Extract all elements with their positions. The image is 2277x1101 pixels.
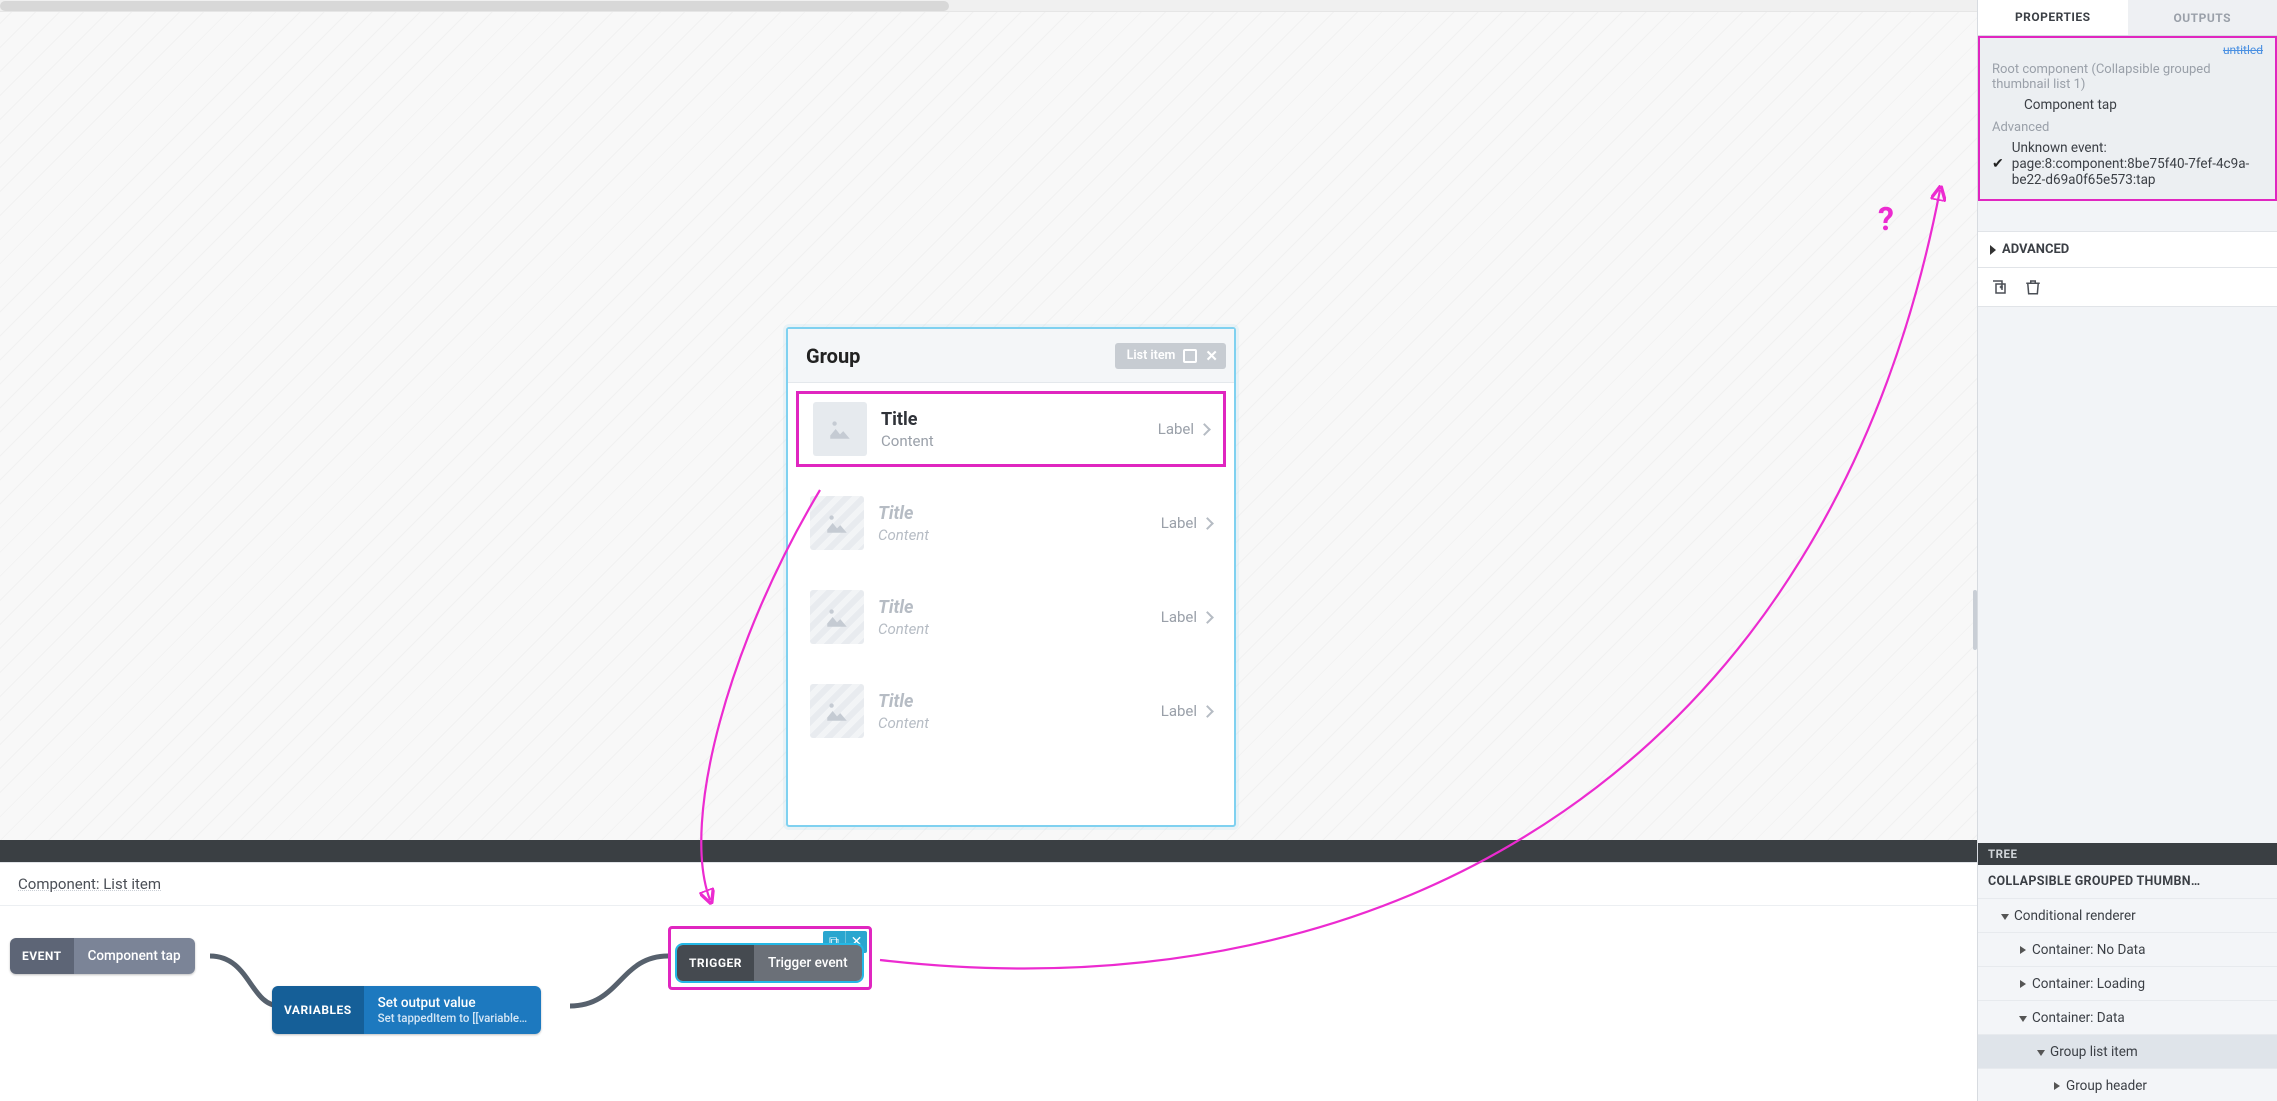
trigger-tag: TRIGGER <box>677 945 754 981</box>
dropdown-watermark: untitled <box>2223 43 2263 57</box>
tree-item-container-data[interactable]: Container: Data <box>1978 1001 2277 1035</box>
row-label: Label <box>1158 420 1194 438</box>
clipboard-icon[interactable] <box>1183 349 1197 363</box>
properties-sidebar: PROPERTIES OUTPUTS untitled Root compone… <box>1977 0 2277 1101</box>
chevron-right-icon <box>1201 611 1214 624</box>
tree-header: TREE <box>1978 843 2277 865</box>
list-rows: Title Content Label Title Content Label <box>788 383 1234 757</box>
trash-icon[interactable] <box>2024 278 2042 296</box>
variables-sub: Set tappedItem to [[variable… <box>378 1011 528 1025</box>
action-iconbar <box>1978 268 2277 307</box>
tab-outputs[interactable]: OUTPUTS <box>2128 0 2277 35</box>
tree-item-conditional-renderer[interactable]: Conditional renderer <box>1978 899 2277 933</box>
row-label: Label <box>1161 514 1197 532</box>
annotation-question-mark: ? <box>1878 200 1894 238</box>
chevron-right-icon <box>1201 517 1214 530</box>
pill-label: List item <box>1127 348 1176 363</box>
section-advanced[interactable]: ADVANCED <box>1978 231 2277 268</box>
tree-item-group-list-item[interactable]: Group list item <box>1978 1035 2277 1069</box>
row-title: Title <box>878 691 929 712</box>
sidebar-tabs: PROPERTIES OUTPUTS <box>1978 0 2277 36</box>
event-node[interactable]: EVENT Component tap <box>10 938 195 974</box>
chevron-right-icon <box>1990 245 1996 255</box>
list-item-pill[interactable]: List item ✕ <box>1115 343 1226 369</box>
list-item-row[interactable]: Title Content Label <box>796 485 1226 561</box>
group-header-bar: Group List item ✕ <box>788 329 1234 383</box>
thumbnail-placeholder-icon <box>813 402 867 456</box>
row-label: Label <box>1161 702 1197 720</box>
variables-label: Set output value <box>378 995 528 1011</box>
list-item-row[interactable]: Title Content Label <box>796 579 1226 655</box>
tree-item-group-header[interactable]: Group header <box>1978 1069 2277 1101</box>
horizontal-scrollbar[interactable] <box>0 0 1977 12</box>
chevron-right-icon <box>1198 423 1211 436</box>
variables-node[interactable]: VARIABLES Set output value Set tappedIte… <box>272 986 541 1034</box>
logic-flow-panel: Component: List item EVENT Component tap… <box>0 862 2020 1101</box>
dropdown-group-advanced: Advanced <box>1992 120 2263 135</box>
tab-properties[interactable]: PROPERTIES <box>1978 0 2128 35</box>
group-component-preview[interactable]: Group List item ✕ Title Content Label <box>786 327 1236 827</box>
trigger-node-selected[interactable]: ⧉ ✕ TRIGGER Trigger event <box>668 926 872 990</box>
close-icon[interactable]: ✕ <box>1205 347 1218 365</box>
group-title: Group <box>806 344 860 368</box>
thumbnail-placeholder-icon <box>810 496 864 550</box>
row-content: Content <box>878 714 929 732</box>
tree-item-container-loading[interactable]: Container: Loading <box>1978 967 2277 1001</box>
event-dropdown-open[interactable]: untitled Root component (Collapsible gro… <box>1978 36 2277 201</box>
variables-tag: VARIABLES <box>272 986 364 1034</box>
dropdown-option-component-tap[interactable]: Component tap <box>1992 94 2263 116</box>
section-advanced-label: ADVANCED <box>2002 242 2069 257</box>
list-item-row-selected[interactable]: Title Content Label <box>796 391 1226 467</box>
row-title: Title <box>878 597 929 618</box>
tree-root[interactable]: COLLAPSIBLE GROUPED THUMBN… <box>1978 865 2277 899</box>
scrollbar-thumb[interactable] <box>0 1 949 11</box>
row-label: Label <box>1161 608 1197 626</box>
duplicate-icon[interactable] <box>1990 278 2008 296</box>
panel-divider[interactable] <box>0 840 2020 862</box>
thumbnail-placeholder-icon <box>810 590 864 644</box>
thumbnail-placeholder-icon <box>810 684 864 738</box>
row-content: Content <box>881 432 934 450</box>
event-tag: EVENT <box>10 938 74 974</box>
row-content: Content <box>878 526 929 544</box>
chevron-right-icon <box>1201 705 1214 718</box>
event-label: Component tap <box>88 948 181 964</box>
row-title: Title <box>878 503 929 524</box>
row-title: Title <box>881 409 934 430</box>
flow-breadcrumb[interactable]: Component: List item <box>0 863 2020 906</box>
dropdown-option-unknown-event[interactable]: Unknown event: page:8:component:8be75f40… <box>1992 137 2263 191</box>
tree-panel: TREE COLLAPSIBLE GROUPED THUMBN… Conditi… <box>1978 843 2277 1101</box>
tree-item-container-nodata[interactable]: Container: No Data <box>1978 933 2277 967</box>
list-item-row[interactable]: Title Content Label <box>796 673 1226 749</box>
dropdown-group-root: Root component (Collapsible grouped thum… <box>1992 62 2263 92</box>
trigger-label: Trigger event <box>768 955 848 971</box>
row-content: Content <box>878 620 929 638</box>
